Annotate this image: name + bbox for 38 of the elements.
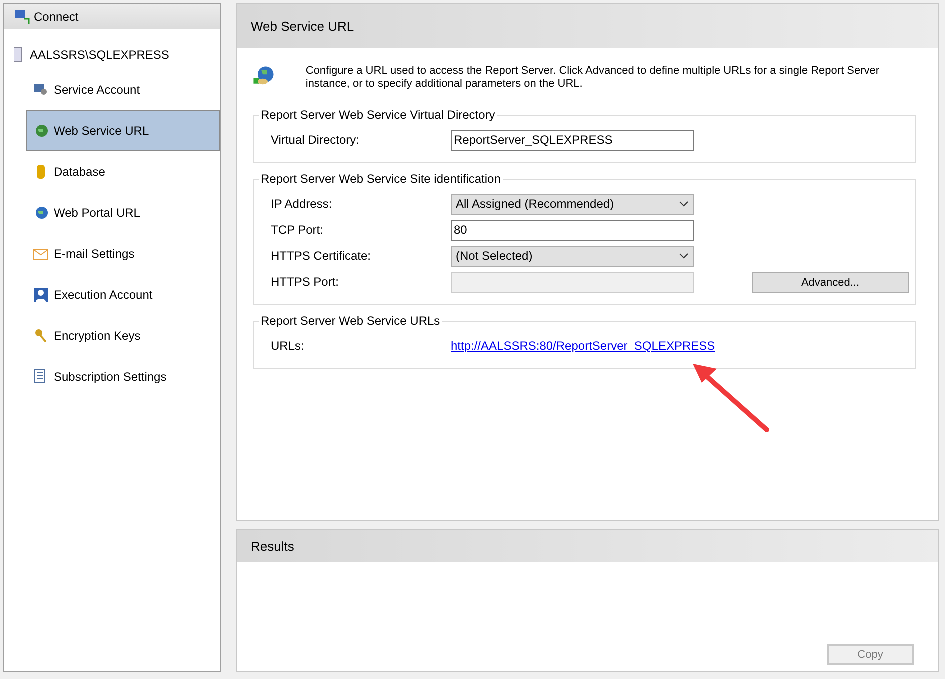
globe-icon <box>33 204 49 220</box>
person-icon <box>33 286 49 302</box>
chevron-down-icon <box>679 253 689 259</box>
field-label: URLs: <box>271 339 306 353</box>
sidebar-item[interactable]: E-mail Settings <box>26 233 220 274</box>
dropdown[interactable]: All Assigned (Recommended) <box>451 194 694 214</box>
sidebar-item[interactable]: Web Service URL <box>26 110 220 151</box>
description: Configure a URL used to access the Report Server. Click Advanced to define multiple URLs for a single Report Server instance, or to specify additional parameters on the URL. <box>306 64 881 91</box>
panel-title: Results <box>237 530 938 562</box>
field-label: HTTPS Certificate: <box>271 249 372 263</box>
sidebar-item[interactable]: Execution Account <box>26 274 220 315</box>
group-title: Report Server Web Service Virtual Directory <box>259 108 498 122</box>
group-title: Report Server Web Service URLs <box>259 314 442 328</box>
sidebar-item[interactable]: Database <box>26 151 220 192</box>
chevron-down-icon <box>679 201 689 207</box>
key-icon <box>33 328 49 344</box>
globe-icon <box>33 122 49 138</box>
sidebar-item[interactable]: Service Account <box>26 69 220 110</box>
connect-button[interactable]: Connect <box>4 4 220 29</box>
field-label: Virtual Directory: <box>271 133 360 147</box>
url-link[interactable]: http://AALSSRS:80/ReportServer_SQLEXPRESS <box>451 339 716 353</box>
sidebar-item[interactable]: Subscription Settings <box>26 356 220 397</box>
text-field[interactable]: 80 <box>451 220 694 240</box>
account-icon <box>33 82 49 98</box>
server-icon <box>14 47 22 63</box>
field-label: IP Address: <box>271 197 334 211</box>
text-field[interactable] <box>451 272 694 292</box>
advanced-button[interactable]: Advanced... <box>752 272 909 293</box>
computer-icon <box>14 8 30 24</box>
sidebar-item[interactable]: Web Portal URL <box>26 192 220 233</box>
text-field[interactable]: ReportServer_SQLEXPRESS <box>451 130 694 150</box>
field-label: HTTPS Port: <box>271 275 340 289</box>
sidebar-item[interactable]: Encryption Keys <box>26 315 220 356</box>
group-title: Report Server Web Service Site identification <box>259 172 503 186</box>
dropdown[interactable]: (Not Selected) <box>451 246 694 266</box>
field-label: TCP Port: <box>271 223 324 237</box>
panel-title: Web Service URL <box>237 4 938 48</box>
server-name: AALSSRS\SQLEXPRESS <box>30 48 170 62</box>
